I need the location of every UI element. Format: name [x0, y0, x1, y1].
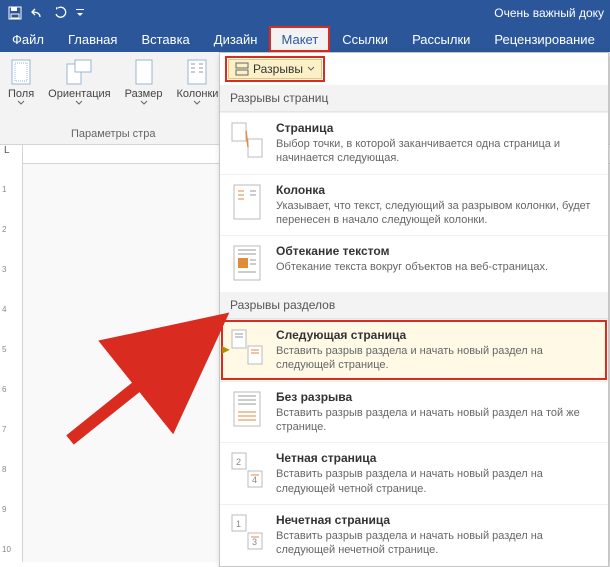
qat-dropdown-icon[interactable] [76, 6, 84, 20]
redo-icon[interactable] [54, 6, 68, 20]
undo-icon[interactable] [30, 6, 46, 20]
document-title: Очень важный доку [494, 6, 610, 20]
title-bar: Очень важный доку [0, 0, 610, 26]
menu-item-desc: Указывает, что текст, следующий за разры… [276, 199, 598, 228]
tab-design[interactable]: Дизайн [202, 26, 270, 52]
text-wrap-icon [230, 244, 266, 284]
menu-item-desc: Вставить разрыв раздела и начать новый р… [276, 529, 598, 558]
menu-item-desc: Вставить разрыв раздела и начать новый р… [276, 467, 598, 496]
svg-text:1: 1 [236, 519, 241, 529]
menu-item-title: Следующая страница [276, 328, 598, 342]
menu-item-desc: Обтекание текста вокруг объектов на веб-… [276, 260, 598, 274]
menu-item-title: Без разрыва [276, 390, 598, 404]
section-header-page-breaks: Разрывы страниц [220, 85, 608, 112]
tab-mailings[interactable]: Рассылки [400, 26, 482, 52]
odd-page-section-icon: 13 [230, 513, 266, 553]
ruler-corner: L [4, 145, 10, 156]
size-label: Размер [125, 88, 163, 100]
svg-text:4: 4 [252, 475, 257, 485]
menu-item-desc: Вставить разрыв раздела и начать новый р… [276, 406, 598, 435]
group-label-page-params: Параметры стра [71, 128, 155, 142]
breaks-icon [235, 62, 249, 76]
tab-file[interactable]: Файл [0, 26, 56, 52]
orientation-button[interactable]: Ориентация [42, 56, 116, 110]
tab-insert[interactable]: Вставка [129, 26, 201, 52]
orientation-label: Ориентация [48, 88, 110, 100]
menu-item-text-wrap[interactable]: Обтекание текстом Обтекание текста вокру… [220, 235, 608, 292]
quick-access-toolbar [0, 6, 84, 20]
selection-indicator-icon: ▶ [222, 345, 230, 356]
section-header-section-breaks: Разрывы разделов [220, 292, 608, 319]
vertical-ruler: L 1 2 3 4 5 6 7 8 9 10 [0, 145, 23, 562]
page-break-icon [230, 121, 266, 161]
ribbon-tabs: Файл Главная Вставка Дизайн Макет Ссылки… [0, 26, 610, 52]
columns-button[interactable]: Колонки [170, 56, 224, 110]
menu-item-even-page[interactable]: 24 Четная страница Вставить разрыв разде… [220, 442, 608, 504]
margins-button[interactable]: Поля [2, 56, 40, 110]
svg-text:2: 2 [236, 457, 241, 467]
menu-item-desc: Вставить разрыв раздела и начать новый р… [276, 344, 598, 373]
tab-layout[interactable]: Макет [269, 26, 330, 52]
menu-item-desc: Выбор точки, в которой заканчивается одн… [276, 137, 598, 166]
tab-references[interactable]: Ссылки [330, 26, 400, 52]
menu-item-continuous[interactable]: Без разрыва Вставить разрыв раздела и на… [220, 381, 608, 443]
chevron-down-icon [193, 100, 201, 106]
chevron-down-icon [140, 100, 148, 106]
save-icon[interactable] [8, 6, 22, 20]
breaks-dropdown-open[interactable]: Разрывы [228, 59, 322, 79]
menu-item-title: Обтекание текстом [276, 244, 598, 258]
margins-label: Поля [8, 88, 34, 100]
size-button[interactable]: Размер [119, 56, 169, 110]
menu-item-next-page[interactable]: ▶ Следующая страница Вставить разрыв раз… [220, 319, 608, 381]
even-page-section-icon: 24 [230, 451, 266, 491]
menu-item-odd-page[interactable]: 13 Нечетная страница Вставить разрыв раз… [220, 504, 608, 566]
column-break-icon [230, 183, 266, 223]
tab-review[interactable]: Рецензирование [482, 26, 606, 52]
svg-text:3: 3 [252, 537, 257, 547]
chevron-down-icon [307, 66, 315, 72]
menu-item-title: Колонка [276, 183, 598, 197]
columns-label: Колонки [176, 88, 218, 100]
menu-item-title: Страница [276, 121, 598, 135]
tab-home[interactable]: Главная [56, 26, 129, 52]
continuous-section-icon [230, 390, 266, 430]
ribbon-group-page-setup: Поля Ориентация Размер Колонки Параметры… [0, 52, 227, 144]
menu-item-title: Четная страница [276, 451, 598, 465]
next-page-section-icon [230, 328, 266, 368]
chevron-down-icon [75, 100, 83, 106]
menu-item-title: Нечетная страница [276, 513, 598, 527]
chevron-down-icon [17, 100, 25, 106]
menu-item-page[interactable]: Страница Выбор точки, в которой заканчив… [220, 112, 608, 174]
breaks-menu: Разрывы Разрывы страниц Страница Выбор т… [219, 52, 609, 567]
menu-item-column[interactable]: Колонка Указывает, что текст, следующий … [220, 174, 608, 236]
